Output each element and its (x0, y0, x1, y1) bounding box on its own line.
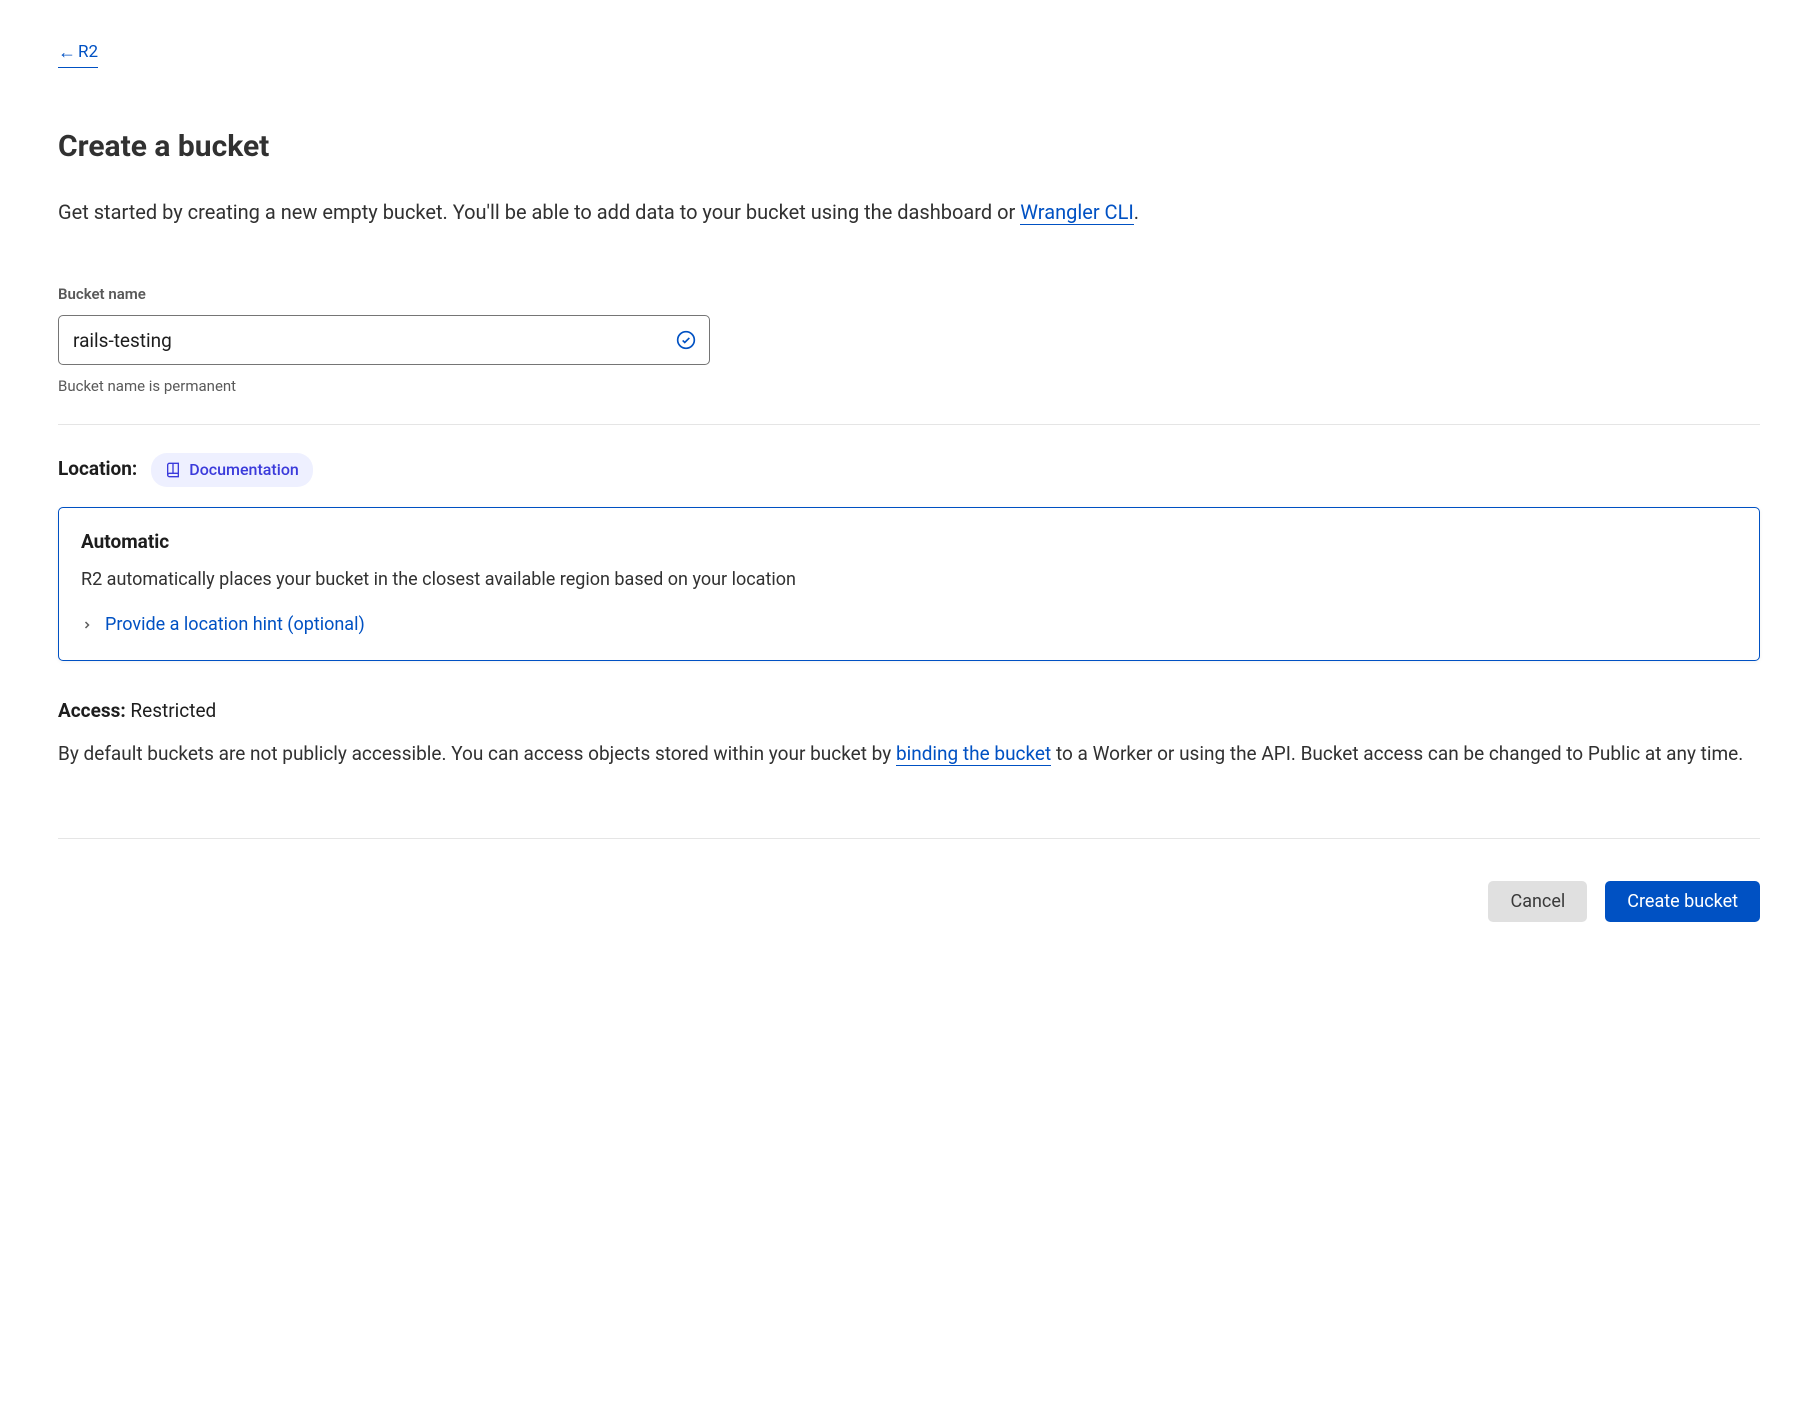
access-description: By default buckets are not publicly acce… (58, 740, 1760, 769)
wrangler-cli-link[interactable]: Wrangler CLI (1020, 200, 1134, 225)
location-card[interactable]: Automatic R2 automatically places your b… (58, 507, 1760, 662)
chevron-right-icon (81, 619, 93, 631)
bucket-name-label: Bucket name (58, 283, 1760, 306)
bucket-name-input[interactable] (58, 315, 710, 365)
access-desc-prefix: By default buckets are not publicly acce… (58, 742, 896, 765)
cancel-button[interactable]: Cancel (1488, 881, 1587, 922)
check-circle-icon (676, 330, 696, 350)
breadcrumb-back-link[interactable]: ←R2 (58, 40, 98, 68)
binding-bucket-link[interactable]: binding the bucket (896, 742, 1051, 766)
access-row: Access: Restricted (58, 697, 1760, 726)
access-desc-suffix: to a Worker or using the API. Bucket acc… (1051, 742, 1743, 765)
location-header: Location: Documentation (58, 453, 1760, 487)
location-hint-toggle[interactable]: Provide a location hint (optional) (81, 611, 365, 638)
location-hint-label: Provide a location hint (optional) (105, 611, 365, 638)
arrow-left-icon: ← (58, 44, 76, 62)
intro-text: Get started by creating a new empty buck… (58, 197, 1760, 227)
breadcrumb-label: R2 (78, 40, 98, 66)
location-label: Location: (58, 455, 137, 484)
create-bucket-button[interactable]: Create bucket (1605, 881, 1760, 922)
access-value: Restricted (130, 699, 216, 722)
bucket-name-helper: Bucket name is permanent (58, 375, 1760, 398)
footer-divider (58, 838, 1760, 839)
access-label: Access: (58, 699, 126, 722)
book-icon (165, 462, 181, 478)
location-card-title: Automatic (81, 528, 1737, 557)
location-card-desc: R2 automatically places your bucket in t… (81, 566, 1737, 593)
documentation-label: Documentation (189, 458, 299, 482)
intro-prefix: Get started by creating a new empty buck… (58, 200, 1020, 224)
divider (58, 424, 1760, 425)
intro-suffix: . (1134, 200, 1139, 224)
page-title: Create a bucket (58, 124, 1760, 169)
documentation-link[interactable]: Documentation (151, 453, 313, 487)
button-row: Cancel Create bucket (58, 881, 1760, 922)
bucket-name-input-wrapper (58, 315, 710, 365)
